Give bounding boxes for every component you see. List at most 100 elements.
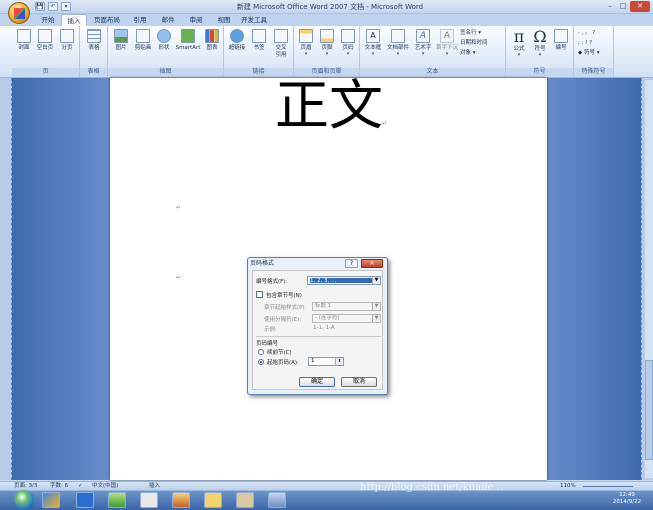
picture-button[interactable]: 图片 <box>110 29 132 65</box>
taskbar-app-icon[interactable] <box>172 492 190 508</box>
paragraph-mark: ↵ <box>382 120 388 127</box>
quick-parts-dropdown-icon: ▾ <box>396 51 400 57</box>
blank-page-button[interactable]: 空白页 <box>35 29 55 65</box>
footer-button[interactable]: 页脚 ▾ <box>317 29 337 65</box>
separator-label: 使用分隔符(E): <box>264 317 302 323</box>
taskbar-app-icon[interactable] <box>108 492 126 508</box>
include-chapter-label: 包含章节号(N) <box>266 293 302 299</box>
chevron-down-icon: ▼ <box>372 315 380 322</box>
punctuation-row-2[interactable]: ; : ! ? <box>578 39 592 48</box>
cover-page-button[interactable]: 封面 <box>14 29 34 65</box>
taskbar-app-icon[interactable] <box>76 492 94 508</box>
window-title: 新建 Microsoft Office Word 2007 文档 - Micro… <box>236 3 424 11</box>
document-heading[interactable]: 正文 <box>275 76 383 136</box>
group-label-special-symbols: 特殊符号 <box>574 68 613 76</box>
watermark-text: http://blog.csdn.net/kuaile... <box>360 482 503 493</box>
taskbar-app-icon[interactable] <box>140 492 158 508</box>
cross-reference-button[interactable]: 交叉引用 <box>270 29 292 65</box>
tab-view[interactable]: 视图 <box>211 14 237 26</box>
chapter-style-select: 标题 1 ▼ <box>312 302 381 311</box>
minimize-button[interactable]: – <box>604 1 616 12</box>
group-label-tables: 表格 <box>80 68 107 76</box>
spinner-icon[interactable]: ⬍ <box>335 358 343 365</box>
bookmark-button[interactable]: 书签 <box>249 29 269 65</box>
zoom-slider[interactable] <box>583 486 633 487</box>
page-number-dropdown-icon: ▾ <box>346 51 350 57</box>
symbol-button[interactable]: Ω 符号 ▾ <box>530 29 550 65</box>
group-label-illustrations: 插图 <box>108 68 223 76</box>
cancel-button[interactable]: 取消 <box>341 377 377 387</box>
include-chapter-checkbox[interactable] <box>256 291 263 298</box>
punctuation-row-1[interactable]: · , 。 ? <box>578 29 595 38</box>
save-icon[interactable]: 💾 <box>35 2 45 11</box>
table-button[interactable]: 表格 <box>84 29 104 65</box>
numbering-button[interactable]: 编号 <box>551 29 571 65</box>
paragraph-mark: ↵ <box>176 274 182 281</box>
date-time-button[interactable]: 日期和时间 <box>460 39 488 48</box>
scrollbar-thumb[interactable] <box>645 360 653 460</box>
smartart-icon <box>181 29 195 43</box>
clock-time: 12:49 <box>619 492 635 498</box>
header-button[interactable]: 页眉 ▾ <box>296 29 316 65</box>
chevron-down-icon: ▼ <box>372 303 380 310</box>
clock-date: 2014/9/22 <box>612 499 642 505</box>
equation-button[interactable]: π 公式 ▾ <box>509 29 529 65</box>
page-break-button[interactable]: 分页 <box>57 29 77 65</box>
clip-art-button[interactable]: 剪贴画 <box>132 29 154 65</box>
tab-review[interactable]: 审阅 <box>183 14 209 26</box>
clip-art-icon <box>136 29 150 43</box>
header-icon <box>299 29 313 43</box>
start-at-radio[interactable] <box>258 359 264 365</box>
object-button[interactable]: 对象 ▾ <box>460 49 476 58</box>
close-window-button[interactable]: ✕ <box>630 1 650 12</box>
taskbar-app-icon[interactable] <box>236 492 254 508</box>
dialog-divider <box>256 336 381 337</box>
taskbar-app-icon[interactable] <box>268 492 286 508</box>
shapes-button[interactable]: 形状 <box>154 29 174 65</box>
tab-insert[interactable]: 插入 <box>61 14 87 26</box>
tab-home[interactable]: 开始 <box>35 14 61 26</box>
chapter-style-label: 章节起始样式(P) <box>264 305 305 311</box>
paragraph-mark: ↵ <box>176 204 182 211</box>
tab-developer[interactable]: 开发工具 <box>239 14 269 26</box>
hyperlink-button[interactable]: 超链接 <box>226 29 248 65</box>
special-symbol-button[interactable]: ◆ 符号 ▾ <box>578 49 600 58</box>
system-clock[interactable]: 12:49 2014/9/22 <box>604 492 650 506</box>
symbol-dropdown-icon: ▾ <box>538 52 542 58</box>
ok-button[interactable]: 确定 <box>299 377 335 387</box>
customize-quick-access-icon[interactable]: ▾ <box>61 2 71 11</box>
office-logo-icon <box>14 8 25 19</box>
undo-icon[interactable]: ↶ <box>48 2 58 11</box>
tab-references[interactable]: 引用 <box>127 14 153 26</box>
cover-page-icon <box>17 29 31 43</box>
drop-cap-icon: A <box>440 29 454 43</box>
quick-parts-button[interactable]: 文档部件 ▾ <box>386 29 410 65</box>
chart-icon <box>205 29 219 43</box>
taskbar-app-icon[interactable] <box>42 492 60 508</box>
start-button[interactable] <box>14 490 34 510</box>
equation-dropdown-icon: ▾ <box>517 52 521 58</box>
text-box-button[interactable]: A 文本框 ▾ <box>362 29 384 65</box>
number-format-select[interactable]: 1, 2, 3, ... ▼ <box>307 276 381 285</box>
page-number-button[interactable]: 页码 ▾ <box>338 29 358 65</box>
smartart-button[interactable]: SmartArt <box>174 29 202 65</box>
office-button[interactable] <box>8 2 30 24</box>
example-label: 示例: <box>264 327 277 333</box>
start-at-input[interactable]: 1 ⬍ <box>308 357 344 366</box>
signature-line-button[interactable]: 签名行 ▾ <box>460 29 481 38</box>
taskbar-folder-icon[interactable] <box>204 492 222 508</box>
separator-select: - (连字符) ▼ <box>312 314 381 323</box>
dialog-close-button[interactable]: ✕ <box>361 259 383 268</box>
chart-button[interactable]: 图表 <box>202 29 222 65</box>
cross-reference-icon <box>274 29 288 43</box>
continue-previous-radio[interactable] <box>258 349 264 355</box>
wordart-button[interactable]: A 艺术字 ▾ <box>412 29 434 65</box>
table-icon <box>87 29 101 43</box>
help-button[interactable]: ? <box>345 259 358 268</box>
bookmark-icon <box>252 29 266 43</box>
tab-page-layout[interactable]: 页面布局 <box>89 14 125 26</box>
maximize-button[interactable]: □ <box>617 1 629 12</box>
status-bar: 页面: 3/3 字数: 6 ✓ 中文(中国) 插入 110% <box>0 481 653 490</box>
page-numbering-section-label: 页码编号 <box>256 341 279 347</box>
tab-mailings[interactable]: 邮件 <box>155 14 181 26</box>
